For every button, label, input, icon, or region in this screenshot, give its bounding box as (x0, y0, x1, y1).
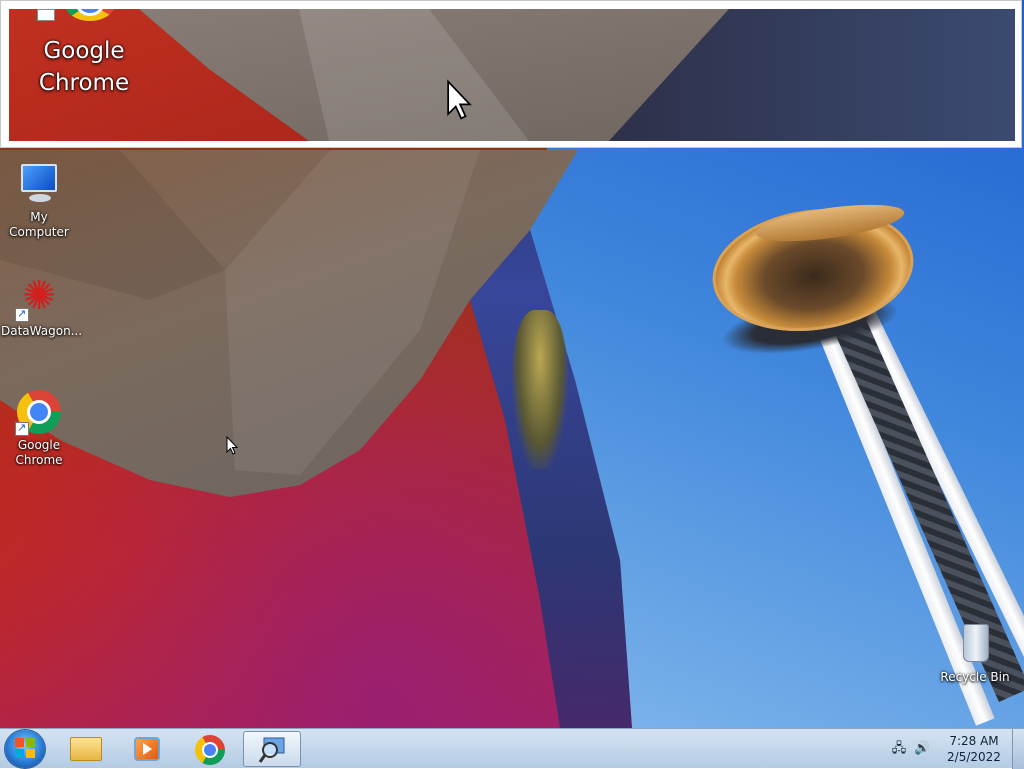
shortcut-arrow-icon (15, 420, 29, 436)
chrome-icon (195, 735, 225, 765)
clock-date: 2/5/2022 (947, 750, 1001, 764)
taskbar: 🖧 🔊 7:28 AM 2/5/2022 (0, 728, 1024, 769)
shortcut-arrow-icon (37, 9, 55, 21)
mouse-cursor-icon (226, 436, 238, 455)
desktop-icon-label: My Computer (9, 210, 69, 239)
desktop-icon-label: DataWagon... (1, 324, 83, 338)
network-icon[interactable]: 🖧 (891, 741, 907, 757)
chrome-icon (15, 388, 63, 436)
start-button[interactable] (5, 730, 45, 768)
taskbar-google-chrome[interactable] (181, 731, 239, 767)
taskbar-magnifier[interactable] (243, 731, 301, 767)
taskbar-windows-explorer[interactable] (57, 731, 115, 767)
windows-explorer-icon (70, 737, 102, 761)
magnifier-preview-view: Google Chrome (9, 9, 1015, 141)
datawagon-icon: ✺ (15, 274, 63, 322)
desktop-icon-datawagon[interactable]: ✺ DataWagon... (1, 274, 83, 339)
clock-time: 7:28 AM (949, 734, 999, 748)
desktop-icon-label: Google Chrome (15, 438, 63, 467)
magnifier-preview-window: Google Chrome (0, 0, 1022, 148)
taskbar-media-player[interactable] (119, 731, 177, 767)
desktop-icon-google-chrome[interactable]: Google Chrome (1, 388, 77, 468)
wallpaper-reflection (512, 310, 568, 470)
desktop-icon-my-computer[interactable]: My Computer (1, 160, 77, 240)
windows-logo-icon (15, 738, 35, 758)
mouse-cursor-icon (447, 79, 472, 120)
recycle-bin-icon (951, 620, 999, 668)
desktop-icon-label: Recycle Bin (940, 670, 1010, 684)
media-player-icon (134, 737, 160, 761)
magnified-label: Google Chrome (38, 38, 130, 96)
system-clock[interactable]: 7:28 AM 2/5/2022 (936, 733, 1012, 765)
show-desktop-button[interactable] (1012, 729, 1024, 769)
magnifier-icon (258, 737, 285, 763)
shortcut-arrow-icon (15, 306, 29, 322)
desktop-icon-recycle-bin[interactable]: Recycle Bin (937, 620, 1013, 685)
volume-icon[interactable]: 🔊 (914, 741, 930, 757)
computer-icon (15, 160, 63, 208)
